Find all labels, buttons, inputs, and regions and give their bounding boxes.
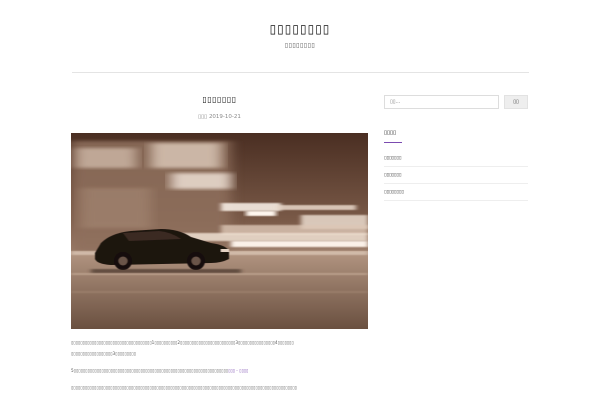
recent-post-item[interactable]: ▯▯▯▯▯▯▯: [384, 150, 528, 167]
recent-posts-list: ▯▯▯▯▯▯▯ ▯▯▯▯▯▯▯ ▯▯▯▯▯▯▯▯: [384, 150, 528, 201]
recent-post-item[interactable]: ▯▯▯▯▯▯▯▯: [384, 184, 528, 201]
search-input[interactable]: [384, 95, 499, 109]
post-body: ▯▯▯▯▯▯▯▯▯▯▯▯▯▯▯▯▯▯▯▯▯▯▯▯▯▯▯▯▯▯▯▯▯▯▯1▯▯▯▯…: [71, 337, 368, 399]
paragraph-2-link[interactable]: ▯▯▯ - ▯▯▯▯: [228, 368, 248, 373]
search-button[interactable]: ▯▯: [504, 95, 528, 109]
post-title[interactable]: ▯▯▯▯▯▯▯: [71, 95, 368, 104]
post-date: 2019-10-21: [208, 114, 241, 120]
paragraph-1-line-1: ▯▯▯▯▯▯▯▯▯▯▯▯▯▯▯▯▯▯▯▯▯▯▯▯▯▯▯▯▯▯▯▯▯▯▯1▯▯▯▯…: [71, 340, 294, 345]
post-meta-prefix: ▯▯▯: [198, 114, 208, 120]
header-divider: [72, 72, 529, 73]
paragraph-2: 5▯▯▯▯▯▯▯▯▯▯▯▯▯▯▯▯▯▯▯▯▯▯▯▯▯▯▯▯▯▯▯▯▯▯▯▯▯▯▯…: [71, 365, 368, 376]
recent-posts-title: ▯▯▯▯: [384, 130, 397, 136]
recent-post-item[interactable]: ▯▯▯▯▯▯▯: [384, 167, 528, 184]
site-header: ▯▯▯▯▯▯▯▯ ▯▯▯▯▯▯▯▯: [0, 0, 600, 73]
widget-title-underline: [384, 142, 402, 143]
post-featured-image: [71, 133, 368, 329]
paragraph-1: ▯▯▯▯▯▯▯▯▯▯▯▯▯▯▯▯▯▯▯▯▯▯▯▯▯▯▯▯▯▯▯▯▯▯▯1▯▯▯▯…: [71, 337, 368, 359]
paragraph-2-text: 5▯▯▯▯▯▯▯▯▯▯▯▯▯▯▯▯▯▯▯▯▯▯▯▯▯▯▯▯▯▯▯▯▯▯▯▯▯▯▯…: [71, 368, 229, 373]
site-title[interactable]: ▯▯▯▯▯▯▯▯: [0, 22, 600, 36]
paragraph-3-text: ▯▯▯▯▯▯▯▯▯▯▯▯▯▯▯▯▯▯▯▯▯▯▯▯▯▯▯▯▯▯▯▯▯▯▯▯▯▯▯▯…: [71, 385, 297, 390]
site-tagline: ▯▯▯▯▯▯▯▯: [284, 42, 316, 49]
post-meta: ▯▯▯ 2019-10-21: [71, 114, 368, 120]
paragraph-3: ▯▯▯▯▯▯▯▯▯▯▯▯▯▯▯▯▯▯▯▯▯▯▯▯▯▯▯▯▯▯▯▯▯▯▯▯▯▯▯▯…: [71, 382, 368, 393]
paragraph-1-line-2: ▯▯▯▯▯▯▯▯▯▯▯▯▯▯▯▯▯▯3▯▯▯▯▯▯▯▯▯: [71, 351, 136, 356]
